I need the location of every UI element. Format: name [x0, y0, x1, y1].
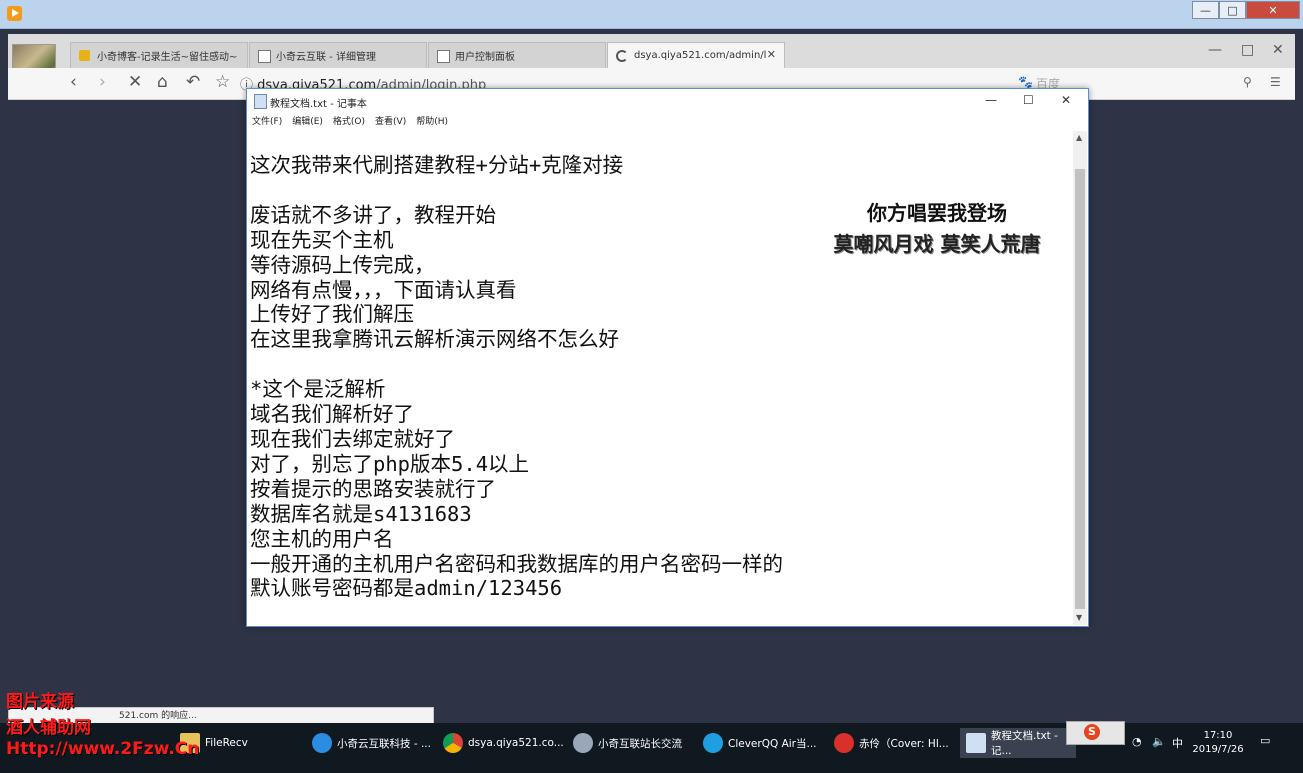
text-line: [250, 352, 1050, 377]
recorder-titlebar: [0, 0, 1303, 29]
taskbar-item-qiya-cloud[interactable]: 小奇云互联科技 - ...: [312, 728, 434, 758]
text-line: 网络有点慢，，，下面请认真看: [250, 277, 517, 302]
scrollbar-thumb[interactable]: [1075, 169, 1085, 609]
tab-admin-login[interactable]: dsya.qiya521.com/admin/l ✕: [607, 42, 785, 68]
notepad-title: 教程文档.txt - 记事本: [270, 99, 367, 110]
menu-help[interactable]: 帮助(H): [411, 113, 453, 131]
cleverqq-icon: [703, 733, 723, 753]
watermark-line-1: 图片来源: [6, 692, 74, 712]
lyric-overlay: 你方唱罢我登场 莫嘲风月戏 莫笑人荒唐: [787, 197, 1087, 257]
volume-icon[interactable]: 🔈: [1152, 735, 1166, 748]
tab-label: dsya.qiya521.com/admin/l: [634, 50, 767, 61]
taskbar-label: FileRecv: [205, 737, 248, 749]
stop-icon[interactable]: ✕: [128, 72, 142, 92]
tab-blog[interactable]: 小奇博客-记录生活~留住感动~: [70, 42, 248, 68]
watermark-line-2: 酒人辅助网: [6, 718, 91, 738]
clock-time: 17:10: [1203, 730, 1233, 741]
menu-edit[interactable]: 编辑(E): [287, 113, 328, 131]
taskbar-label: dsya.qiya521.co...: [468, 737, 564, 749]
netease-music-icon: [834, 733, 854, 753]
taskbar-label: CleverQQ Air当...: [728, 737, 817, 750]
undo-icon[interactable]: ↶: [186, 72, 200, 92]
qq-browser-icon: [312, 733, 332, 753]
taskbar-label: 赤伶（Cover: Hl...: [859, 737, 949, 750]
qq-group-icon: [573, 733, 593, 753]
page-icon: [437, 50, 450, 63]
ime-language[interactable]: 中: [1172, 735, 1183, 751]
notification-icon[interactable]: ▭: [1260, 734, 1270, 747]
browser-minimize-icon[interactable]: —: [1208, 42, 1222, 58]
menu-view[interactable]: 查看(V): [370, 113, 411, 131]
notepad-menubar: 文件(F) 编辑(E) 格式(O) 查看(V) 帮助(H): [247, 113, 1088, 131]
text-line: 现在我们去绑定就好了: [250, 426, 455, 451]
minimize-icon[interactable]: —: [1192, 1, 1219, 19]
notepad-window: 教程文档.txt - 记事本 — ☐ ✕ 文件(F) 编辑(E) 格式(O) 查…: [246, 88, 1089, 627]
taskbar-item-qq-group[interactable]: 小奇互联站长交流: [573, 728, 695, 758]
notepad-icon: [254, 94, 267, 109]
forward-icon[interactable]: ›: [99, 72, 106, 92]
text-line: 这次我带来代刷搭建教程+分站+克隆对接: [250, 153, 624, 177]
notepad-icon: [966, 733, 986, 753]
menu-file[interactable]: 文件(F): [247, 113, 287, 131]
close-icon[interactable]: ✕: [1246, 1, 1300, 19]
taskbar-label: 小奇云互联科技 - ...: [337, 737, 431, 750]
chrome-icon: [443, 733, 463, 753]
text-line: 域名我们解析好了: [250, 402, 414, 427]
taskbar-item-music[interactable]: 赤伶（Cover: Hl...: [834, 728, 954, 758]
taskbar-item-chrome[interactable]: dsya.qiya521.co...: [443, 728, 565, 758]
tab-label: 小奇博客-记录生活~留住感动~: [97, 52, 238, 63]
scroll-down-icon[interactable]: ▼: [1076, 613, 1082, 622]
notepad-close-icon[interactable]: ✕: [1061, 93, 1071, 107]
bookmark-star-icon[interactable]: ☆: [215, 72, 230, 92]
tab-cloud-detail[interactable]: 小奇云互联 - 详细管理: [249, 42, 427, 68]
menu-format[interactable]: 格式(O): [328, 113, 370, 131]
loading-icon: [616, 50, 628, 62]
lyric-line-2: 莫嘲风月戏 莫笑人荒唐: [833, 232, 1041, 256]
home-icon[interactable]: ⌂: [157, 72, 168, 92]
recorder-app-icon: [7, 6, 22, 21]
text-line: 默认账号密码都是admin/123456: [250, 576, 563, 601]
text-line: 数据库名就是s4131683: [250, 501, 472, 526]
text-line: 在这里我拿腾讯云解析演示网络不怎么好: [250, 327, 619, 352]
text-line: 您主机的用户名: [250, 526, 394, 551]
back-icon[interactable]: ‹: [70, 72, 77, 92]
page-icon: [258, 50, 271, 63]
watermark-line-3: Http://www.2Fzw.Cn: [6, 739, 200, 759]
tab-label: 小奇云互联 - 详细管理: [276, 52, 376, 63]
notepad-minimize-icon[interactable]: —: [985, 93, 997, 107]
notepad-titlebar: 教程文档.txt - 记事本 — ☐ ✕: [247, 89, 1088, 113]
browser-maximize-icon[interactable]: □: [1241, 42, 1254, 58]
taskbar-label: 小奇互联站长交流: [598, 737, 682, 750]
system-clock[interactable]: 17:10 2019/7/26: [1185, 729, 1251, 757]
menu-icon[interactable]: ☰: [1270, 75, 1281, 89]
recorder-window-controls: — □ ✕: [1192, 1, 1300, 21]
notepad-maximize-icon[interactable]: ☐: [1023, 93, 1034, 107]
tab-close-icon[interactable]: ✕: [767, 48, 776, 61]
text-line: 一般开通的主机用户名密码和我数据库的用户名密码一样的: [250, 551, 783, 576]
tab-label: 用户控制面板: [455, 52, 515, 63]
scroll-up-icon[interactable]: ▲: [1076, 133, 1082, 142]
browser-close-icon[interactable]: ✕: [1272, 42, 1284, 58]
search-icon[interactable]: ⚲: [1243, 75, 1252, 89]
search-engine-icon[interactable]: 🐾: [1018, 75, 1033, 89]
lyric-line-1: 你方唱罢我登场: [867, 201, 1007, 225]
sogou-ime-icon[interactable]: S: [1084, 724, 1100, 740]
maximize-icon[interactable]: □: [1219, 1, 1246, 19]
taskbar-label: 教程文档.txt - 记...: [991, 730, 1058, 757]
clock-date: 2019/7/26: [1192, 744, 1244, 755]
taskbar-item-notepad[interactable]: 教程文档.txt - 记...: [960, 728, 1076, 758]
status-text: 521.com 的响应...: [119, 711, 197, 721]
taskbar-item-cleverqq[interactable]: CleverQQ Air当...: [703, 728, 825, 758]
tab-user-panel[interactable]: 用户控制面板: [428, 42, 606, 68]
text-line: 按着提示的思路安装就行了: [250, 476, 496, 501]
text-line: *这个是泛解析: [250, 377, 386, 402]
text-line: 上传好了我们解压: [250, 302, 414, 327]
blog-favicon-icon: [79, 50, 90, 61]
text-line: 对了，别忘了php版本5.4以上: [250, 451, 530, 476]
network-icon[interactable]: ◔: [1132, 735, 1142, 748]
